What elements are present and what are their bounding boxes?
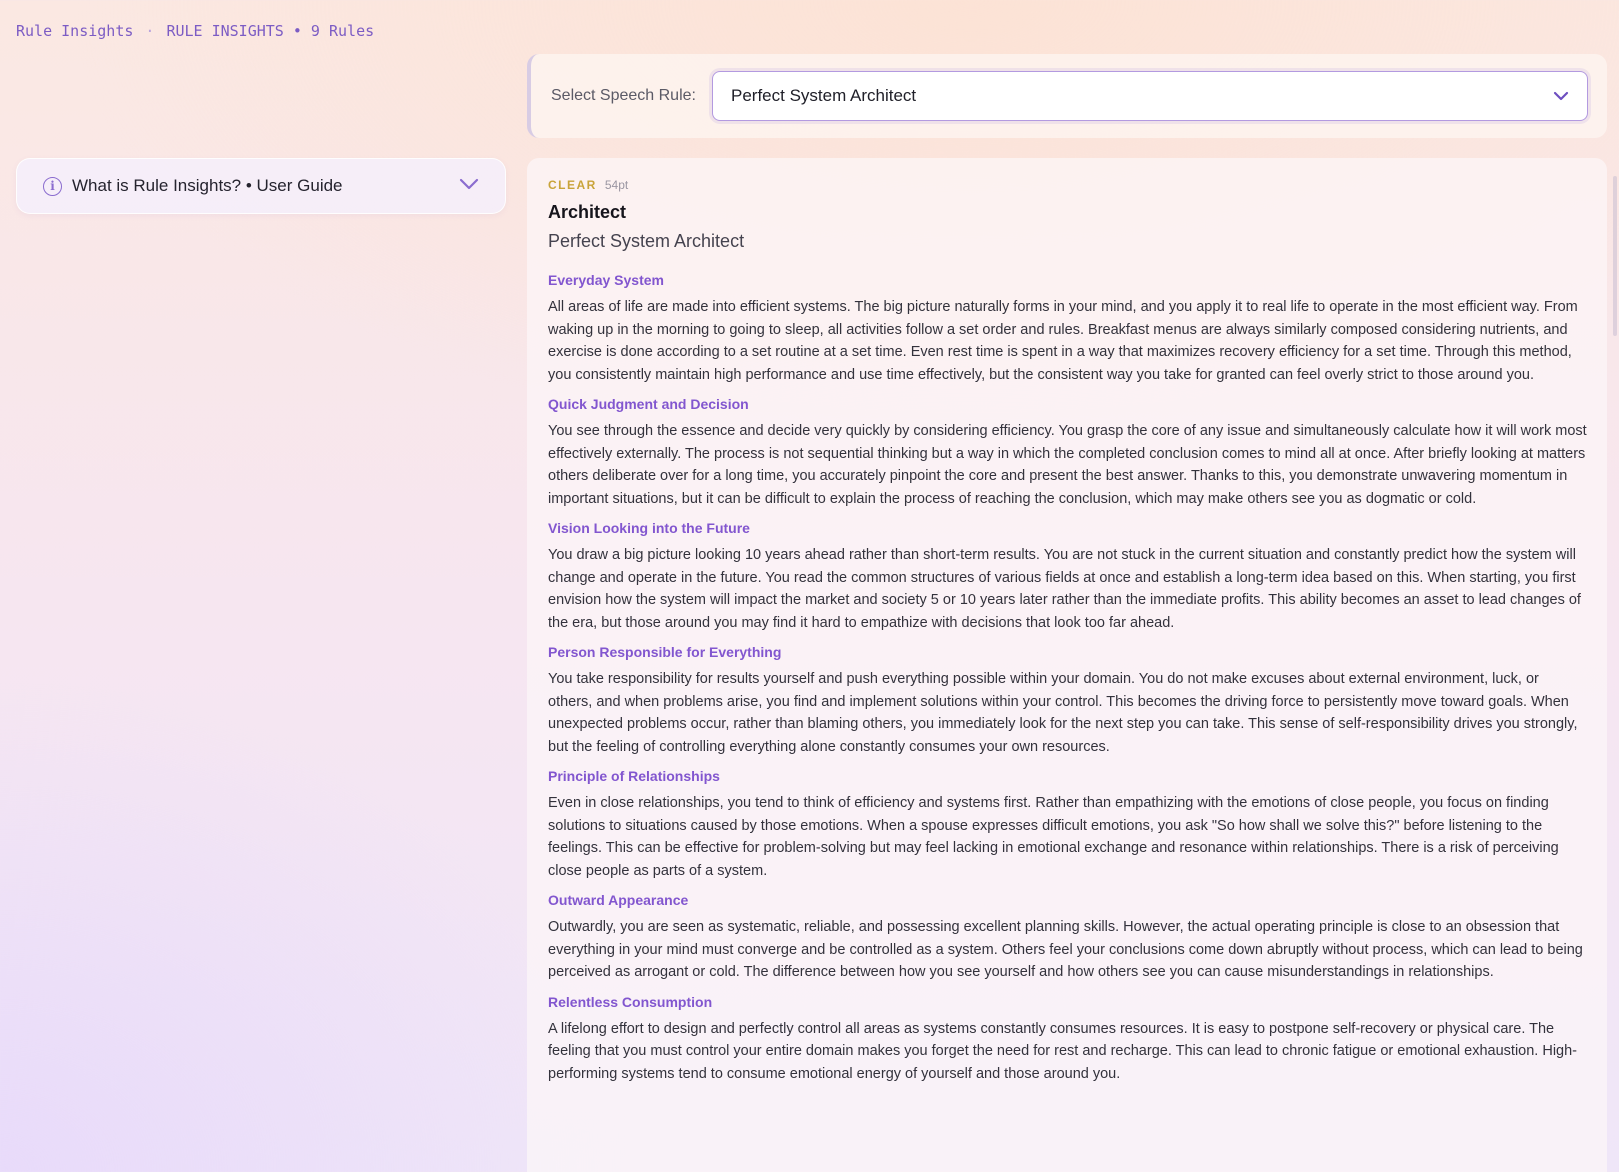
rule-section: Everyday System All areas of life are ma… xyxy=(548,272,1587,386)
info-icon: i xyxy=(43,176,62,196)
section-heading: Relentless Consumption xyxy=(548,993,713,1010)
rule-section: Quick Judgment and Decision You see thro… xyxy=(548,396,1587,510)
section-heading: Person Responsible for Everything xyxy=(548,644,782,660)
rule-meta: CLEAR 54pt xyxy=(548,178,1587,192)
rule-section: Vision Looking into the Future You draw … xyxy=(548,520,1587,634)
font-size-label: 54pt xyxy=(604,178,629,192)
scrollbar-thumb[interactable] xyxy=(1613,176,1617,336)
section-heading: Quick Judgment and Decision xyxy=(548,396,749,412)
rule-select-dropdown[interactable]: Perfect System Architect xyxy=(711,71,1588,121)
breadcrumb-context: RULE INSIGHTS • 9 Rules xyxy=(166,22,375,40)
breadcrumb-app[interactable]: Rule Insights xyxy=(16,22,133,40)
rule-section: Relentless Consumption A lifelong effort… xyxy=(548,994,1587,1086)
rule-title: Architect xyxy=(548,202,627,222)
rule-section: Principle of Relationships Even in close… xyxy=(548,768,1587,882)
section-heading: Principle of Relationships xyxy=(548,768,720,784)
section-heading: Vision Looking into the Future xyxy=(548,520,750,536)
section-body: Outwardly, you are seen as systematic, r… xyxy=(548,919,1583,980)
section-body: You see through the essence and decide v… xyxy=(548,423,1587,507)
user-guide-title: What is Rule Insights? • User Guide xyxy=(72,176,343,195)
rule-section: Outward Appearance Outwardly, you are se… xyxy=(548,892,1587,984)
rule-selector-panel: Select Speech Rule: Perfect System Archi… xyxy=(527,54,1607,138)
chevron-down-icon[interactable] xyxy=(459,177,479,195)
rule-detail-panel: CLEAR 54pt Architect Perfect System Arch… xyxy=(527,158,1607,1172)
chevron-down-icon[interactable] xyxy=(1553,86,1569,106)
section-body: You draw a big picture looking 10 years … xyxy=(548,547,1581,631)
rule-select-value: Perfect System Architect xyxy=(730,86,917,105)
section-body: Even in close relationships, you tend to… xyxy=(548,795,1559,879)
section-body: You take responsibility for results your… xyxy=(548,671,1578,755)
section-body: All areas of life are made into efficien… xyxy=(548,299,1578,383)
user-guide-accordion[interactable]: i What is Rule Insights? • User Guide xyxy=(16,158,506,214)
breadcrumb: Rule Insights · RULE INSIGHTS • 9 Rules xyxy=(16,22,374,40)
section-body: A lifelong effort to design and perfectl… xyxy=(548,1020,1578,1082)
section-heading: Everyday System xyxy=(548,272,664,288)
rule-subtitle: Perfect System Architect xyxy=(548,231,745,251)
rule-section: Person Responsible for Everything You ta… xyxy=(548,644,1587,758)
rule-select-label: Select Speech Rule: xyxy=(551,87,696,104)
breadcrumb-separator: · xyxy=(145,22,155,40)
section-heading: Outward Appearance xyxy=(548,892,689,908)
clarity-badge: CLEAR xyxy=(548,178,597,192)
